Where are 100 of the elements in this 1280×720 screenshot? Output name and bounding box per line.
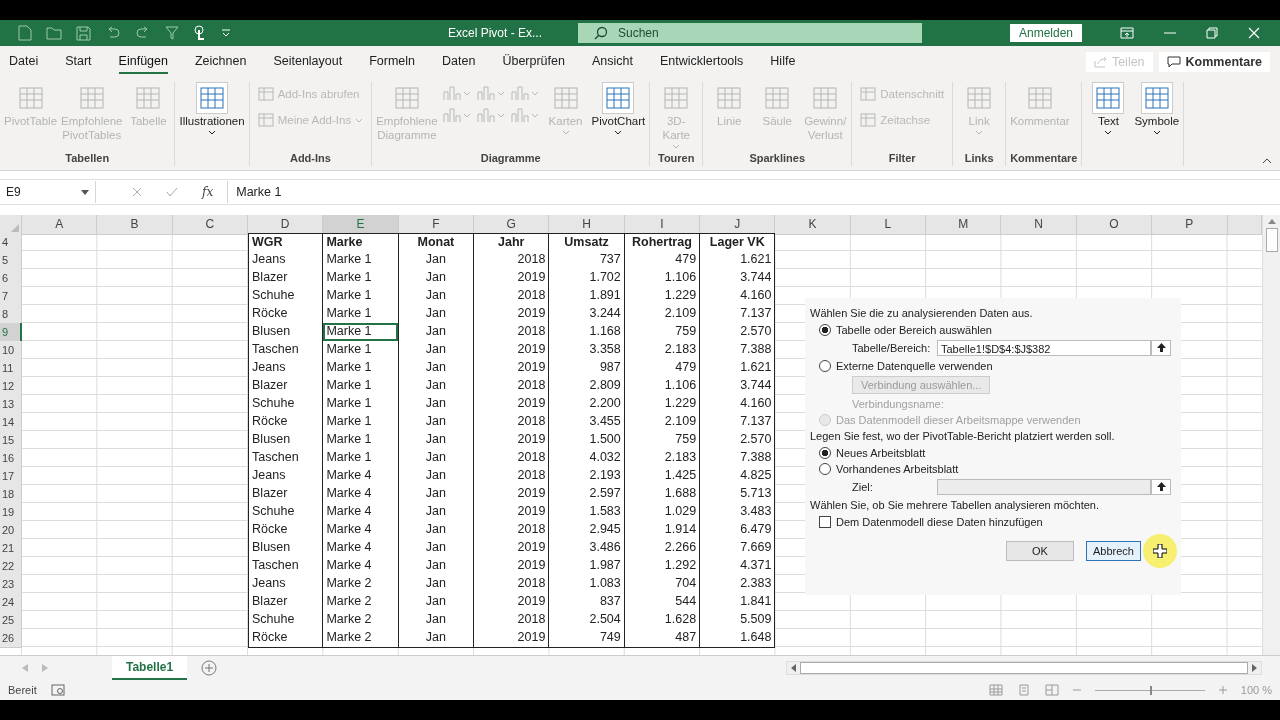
sheet-tab[interactable]: Tabelle1 [112, 656, 188, 680]
close-icon[interactable] [1248, 27, 1260, 39]
folder-icon[interactable] [46, 26, 62, 40]
enter-icon[interactable] [166, 187, 178, 197]
collapse-dialog-button[interactable] [1151, 479, 1171, 495]
column-header[interactable]: D [248, 215, 324, 235]
dialog-button[interactable]: Abbrech [1086, 541, 1141, 561]
scroll-thumb[interactable] [800, 662, 1248, 674]
vertical-scrollbar[interactable] [1262, 215, 1280, 655]
table-cell: Marke 2 [323, 629, 399, 648]
radio-label: Das Datenmodell dieser Arbeitsmappe verwenden [836, 414, 1081, 426]
ribbon-display-icon[interactable] [1120, 27, 1134, 39]
up-arrow-icon [1156, 343, 1166, 353]
filter-icon[interactable] [165, 26, 179, 40]
new-file-icon[interactable] [18, 25, 32, 41]
ribbon-button[interactable]: PivotChart [591, 82, 646, 135]
group-label: Diagramme [479, 152, 542, 166]
search-icon [594, 26, 608, 40]
ribbon-tab[interactable]: Start [65, 50, 92, 74]
checkbox[interactable] [819, 516, 831, 528]
column-header[interactable]: M [926, 215, 1002, 235]
page-layout-icon[interactable] [1016, 684, 1031, 696]
column-header[interactable]: P [1152, 215, 1228, 235]
range-field[interactable]: Tabelle1!$D$4:$J$382 [937, 340, 1151, 356]
status-text: Bereit [8, 684, 37, 696]
grid-icon [257, 112, 274, 128]
normal-view-icon[interactable] [988, 684, 1003, 696]
grid-icon [257, 86, 274, 102]
ribbon-tab[interactable]: Ansicht [591, 50, 633, 74]
ribbon-button[interactable]: Text [1086, 82, 1131, 135]
cancel-icon[interactable] [132, 187, 142, 197]
column-header[interactable]: L [850, 215, 927, 235]
page-break-icon[interactable] [1044, 684, 1059, 696]
radio-button[interactable] [819, 324, 831, 336]
next-sheet-icon[interactable] [42, 664, 48, 672]
ribbon-tab[interactable]: Daten [442, 50, 476, 74]
name-box[interactable]: E9 [0, 181, 96, 203]
window-title: Excel Pivot - Ex... [448, 26, 544, 40]
select-all-corner[interactable] [0, 215, 22, 235]
group-label: Touren [657, 152, 696, 166]
sign-in-button[interactable]: Anmelden [1010, 24, 1082, 42]
radio-button[interactable] [819, 463, 831, 475]
dialog-button[interactable]: OK [1006, 541, 1074, 561]
table-cell: 487 [624, 629, 701, 648]
comments-button[interactable]: Kommentare [1158, 52, 1270, 72]
save-icon[interactable] [76, 25, 91, 41]
ribbon-tab[interactable]: Seitenlayout [273, 50, 343, 74]
move-cursor-icon [1153, 544, 1167, 558]
macro-record-icon[interactable] [50, 684, 65, 696]
grid-icon [860, 86, 877, 102]
column-header[interactable] [1227, 215, 1262, 235]
ribbon-tab[interactable]: Überprüfen [502, 50, 565, 74]
checkbox-label: Dem Datenmodell diese Daten hinzufügen [836, 516, 1043, 528]
ribbon-button[interactable]: Symbole [1134, 82, 1180, 135]
formula-field[interactable]: Marke 1 [227, 181, 1262, 203]
grid-icon [1143, 85, 1170, 111]
column-header[interactable]: G [474, 215, 550, 235]
scroll-up-icon[interactable] [1267, 219, 1276, 224]
up-arrow-icon [1156, 482, 1166, 492]
radio-label: Vorhandenes Arbeitsblatt [836, 463, 959, 475]
caret-icon [81, 189, 89, 195]
scroll-thumb[interactable] [1265, 228, 1278, 252]
column-header[interactable]: N [1001, 215, 1077, 235]
ribbon-tab[interactable]: Hilfe [770, 50, 796, 74]
collapse-dialog-button[interactable] [1151, 340, 1171, 356]
column-header[interactable]: O [1076, 215, 1153, 235]
previous-sheet-icon[interactable] [22, 664, 28, 672]
table-cell: Röcke [248, 629, 324, 648]
column-header[interactable]: K [775, 215, 851, 235]
scroll-left-icon[interactable] [791, 664, 796, 672]
collapse-ribbon-icon[interactable] [1262, 158, 1272, 164]
add-sheet-icon[interactable] [201, 660, 218, 676]
search-field[interactable]: Suchen [578, 23, 922, 43]
horizontal-scrollbar[interactable] [786, 661, 1262, 675]
ribbon-tab[interactable]: Datei [9, 50, 39, 74]
radio-button[interactable] [819, 360, 831, 372]
ribbon-tab[interactable]: Zeichnen [194, 50, 247, 74]
group-label: Filter [887, 152, 917, 166]
column-header[interactable]: A [22, 215, 98, 235]
zoom-in-icon[interactable] [1218, 686, 1227, 694]
radio-button[interactable] [819, 447, 831, 459]
column-header[interactable]: B [97, 215, 173, 235]
scroll-right-icon[interactable] [1252, 664, 1257, 672]
touch-icon[interactable] [193, 25, 207, 41]
radio-label: Neues Arbeitsblatt [836, 447, 926, 459]
ribbon-button[interactable]: Illustrationen [179, 82, 245, 135]
table-cell: 749 [549, 629, 625, 648]
column-header[interactable]: E [323, 215, 399, 235]
restore-icon[interactable] [1206, 27, 1218, 39]
insert-function-button[interactable]: fx [202, 185, 214, 199]
radio-label: Tabelle oder Bereich auswählen [836, 324, 992, 336]
ribbon-tab[interactable]: Einfügen [118, 50, 168, 74]
ribbon-tab[interactable]: Formeln [369, 50, 416, 74]
column-header[interactable]: C [172, 215, 249, 235]
column-header[interactable]: H [549, 215, 625, 235]
column-header[interactable]: J [700, 215, 776, 235]
grid-icon [17, 85, 44, 111]
customize-caret-icon[interactable] [221, 29, 231, 37]
row-header[interactable]: 26 [0, 629, 22, 648]
ribbon-tab[interactable]: Entwicklertools [659, 50, 744, 74]
